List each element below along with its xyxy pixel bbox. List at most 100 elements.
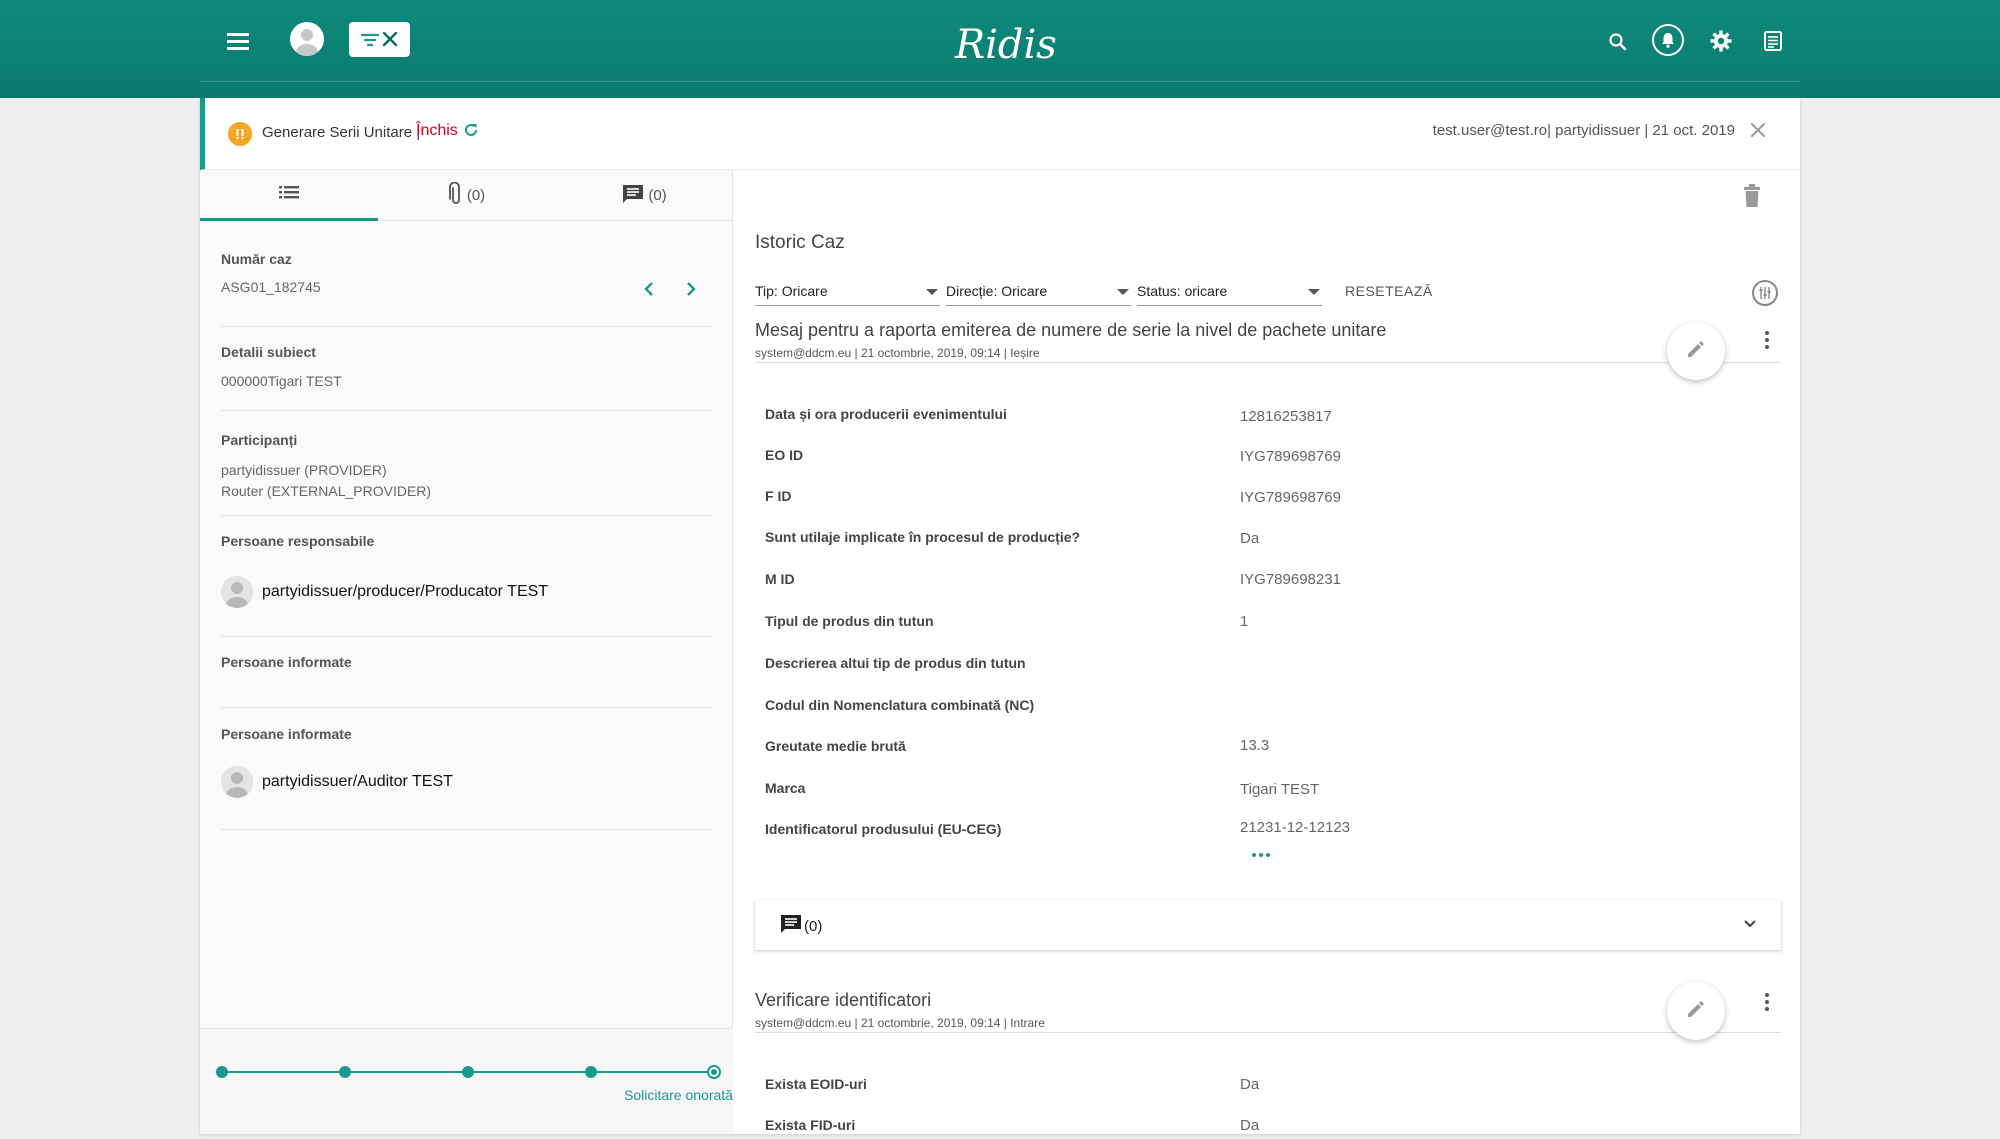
- message-comments-panel[interactable]: (0): [755, 900, 1781, 950]
- tab-comments[interactable]: (0): [556, 170, 733, 221]
- case-history-panel: Istoric Caz Tip: Oricare Direcție: Orica…: [734, 170, 1800, 1134]
- field-row: Data și ora producerii evenimentului 128…: [765, 406, 1765, 430]
- more-options-icon[interactable]: [1757, 328, 1777, 352]
- comments-count: (0): [648, 187, 667, 204]
- pencil-icon: [1685, 338, 1707, 365]
- edit-button[interactable]: [1667, 982, 1725, 1040]
- field-label: Identificatorul produsului (EU-CEG): [765, 821, 1002, 837]
- refresh-icon[interactable]: [463, 122, 481, 140]
- document-icon[interactable]: [1758, 26, 1788, 56]
- history-message: Mesaj pentru a raporta emiterea de numer…: [755, 320, 1781, 880]
- notifications-icon[interactable]: [1652, 24, 1684, 56]
- field-row: EO ID IYG789698769: [765, 447, 1765, 471]
- responsible-label: Persoane responsabile: [221, 533, 375, 549]
- field-label: EO ID: [765, 447, 804, 463]
- chevron-left-icon[interactable]: [639, 279, 659, 299]
- field-row: Sunt utilaje implicate în procesul de pr…: [765, 529, 1765, 553]
- field-row: Exista EOID-uri Da: [765, 1076, 1765, 1100]
- pencil-icon: [1685, 998, 1707, 1025]
- show-more-icon[interactable]: [1252, 853, 1270, 857]
- trash-icon[interactable]: [1742, 184, 1766, 210]
- subject-label: Detalii subiect: [221, 344, 316, 360]
- message-subtitle: system@ddcm.eu | 21 octombrie, 2019, 09:…: [755, 346, 1040, 360]
- informed-label: Persoane informate: [221, 654, 352, 670]
- field-row: M ID IYG789698231: [765, 571, 1765, 595]
- field-row: Marca Tigari TEST: [765, 780, 1765, 804]
- subject-section: Detalii subiect 000000Tigari TEST: [221, 327, 712, 411]
- case-number-label: Număr caz: [221, 251, 292, 267]
- step-dot[interactable]: [216, 1066, 228, 1078]
- field-row: F ID IYG789698769: [765, 488, 1765, 512]
- step-dot[interactable]: [585, 1066, 597, 1078]
- responsible-person[interactable]: partyidissuer/producer/Producator TEST: [221, 576, 548, 608]
- field-label: Descrierea altui tip de produs din tutun: [765, 655, 1026, 671]
- menu-icon[interactable]: [222, 25, 254, 57]
- avatar: [221, 576, 253, 608]
- reset-filters-button[interactable]: RESETEAZĂ: [1345, 283, 1433, 299]
- tab-attachments[interactable]: (0): [378, 170, 556, 221]
- informed-person[interactable]: partyidissuer/Auditor TEST: [221, 766, 453, 798]
- close-icon[interactable]: [1744, 118, 1772, 146]
- status-filter-select[interactable]: Status: oricare: [1137, 276, 1322, 306]
- history-title: Istoric Caz: [755, 232, 845, 253]
- field-label: Exista EOID-uri: [765, 1076, 867, 1092]
- chevron-right-icon[interactable]: [681, 279, 701, 299]
- filter-clear-icon[interactable]: [349, 22, 410, 57]
- subject-value: 000000Tigari TEST: [221, 373, 342, 389]
- app-header: Ridis: [0, 0, 2000, 98]
- case-header: !! Generare Serii Unitare | Închis test.…: [200, 98, 1800, 170]
- participant-item: Router (EXTERNAL_PROVIDER): [221, 483, 432, 499]
- field-label: Tipul de produs din tutun: [765, 613, 934, 629]
- step-dot[interactable]: [339, 1066, 351, 1078]
- field-label: Data și ora producerii evenimentului: [765, 406, 1007, 422]
- message-comments: (0): [780, 914, 822, 938]
- participant-item: partyidissuer (PROVIDER): [221, 462, 387, 478]
- participants-label: Participanți: [221, 432, 298, 448]
- field-label: Greutate medie brută: [765, 738, 906, 754]
- direction-filter-select[interactable]: Direcție: Oricare: [946, 276, 1131, 306]
- field-value: 21231-12-12123: [1240, 819, 1351, 836]
- field-value: IYG789698769: [1240, 448, 1341, 465]
- comment-icon: [622, 184, 644, 208]
- workflow-stepper: Solicitare onorată: [200, 1028, 733, 1134]
- history-message: Verificare identificatori system@ddcm.eu…: [755, 982, 1781, 1134]
- person-name: partyidissuer/producer/Producator TEST: [262, 583, 549, 600]
- header-divider: [200, 81, 1800, 82]
- responsible-section: Persoane responsabile partyidissuer/prod…: [221, 516, 712, 637]
- field-row: Descrierea altui tip de produs din tutun: [765, 655, 1765, 679]
- informed-section-1: Persoane informate: [221, 637, 712, 708]
- step-dot-current[interactable]: [707, 1065, 721, 1079]
- settings-icon[interactable]: [1706, 26, 1736, 56]
- case-card: !! Generare Serii Unitare | Închis test.…: [200, 98, 1800, 1134]
- message-divider: [755, 1032, 1781, 1033]
- type-filter-select[interactable]: Tip: Oricare: [755, 276, 940, 306]
- step-dot[interactable]: [462, 1066, 474, 1078]
- avatar: [221, 766, 253, 798]
- edit-button[interactable]: [1667, 322, 1725, 380]
- field-value: Tigari TEST: [1240, 781, 1320, 798]
- filter-settings-icon[interactable]: [1752, 280, 1778, 306]
- tab-details[interactable]: [200, 170, 378, 221]
- participants-section: Participanți partyidissuer (PROVIDER) Ro…: [221, 411, 712, 516]
- field-value: Da: [1240, 1076, 1260, 1093]
- field-label: F ID: [765, 488, 792, 504]
- field-label: M ID: [765, 571, 795, 587]
- informed-section-2: Persoane informate partyidissuer/Auditor…: [221, 708, 712, 830]
- current-step-label: Solicitare onorată: [624, 1087, 733, 1103]
- field-label: Sunt utilaje implicate în procesul de pr…: [765, 529, 1081, 545]
- field-value: 13.3: [1240, 737, 1270, 754]
- list-icon: [279, 184, 299, 204]
- avatar-icon[interactable]: [290, 22, 324, 56]
- search-icon[interactable]: [1604, 28, 1632, 56]
- case-details-panel: (0) (0) Număr caz ASG01_182745 Detalii s…: [200, 170, 733, 1134]
- field-label: Marca: [765, 780, 806, 796]
- case-number-section: Număr caz ASG01_182745: [221, 221, 712, 327]
- more-options-icon[interactable]: [1757, 990, 1777, 1014]
- field-row: Codul din Nomenclatura combinată (NC): [765, 697, 1765, 721]
- message-title: Verificare identificatori: [755, 990, 932, 1010]
- chevron-down-icon[interactable]: [1741, 915, 1759, 933]
- field-value: Da: [1240, 530, 1260, 547]
- message-subtitle: system@ddcm.eu | 21 octombrie, 2019, 09:…: [755, 1016, 1045, 1030]
- field-row: Exista FID-uri Da: [765, 1117, 1765, 1134]
- field-row: Greutate medie brută 13.3: [765, 737, 1765, 762]
